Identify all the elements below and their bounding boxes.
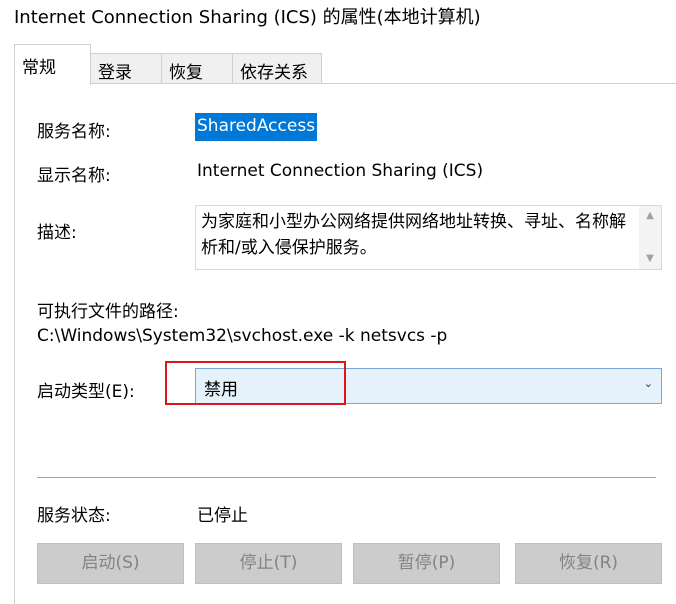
resume-button[interactable]: 恢复(R) <box>515 543 662 584</box>
service-status-value: 已停止 <box>197 506 248 526</box>
startup-type-dropdown[interactable]: 禁用 ⌄ <box>195 368 662 404</box>
stop-button[interactable]: 停止(T) <box>195 543 342 584</box>
exe-path-value[interactable]: C:\Windows\System32\svchost.exe -k netsv… <box>37 326 447 346</box>
tab-general[interactable]: 常规 <box>14 44 91 85</box>
tab-logon[interactable]: 登录 <box>90 53 162 84</box>
window-title: Internet Connection Sharing (ICS) 的属性(本地… <box>14 7 481 28</box>
tab-strip: 常规 登录 恢复 依存关系 <box>0 44 676 85</box>
divider <box>37 477 656 478</box>
service-name-label: 服务名称: <box>37 122 111 142</box>
startup-type-value: 禁用 <box>204 380 238 400</box>
start-button[interactable]: 启动(S) <box>37 543 184 584</box>
startup-type-label: 启动类型(E): <box>37 382 135 402</box>
description-scrollbar[interactable]: ▲ ▼ <box>639 206 661 269</box>
chevron-up-icon[interactable]: ▲ <box>639 206 661 226</box>
chevron-down-icon[interactable]: ⌄ <box>644 377 653 390</box>
tab-dependencies[interactable]: 依存关系 <box>232 53 322 84</box>
service-status-label: 服务状态: <box>37 506 111 526</box>
pause-button[interactable]: 暂停(P) <box>353 543 500 584</box>
exe-path-label: 可执行文件的路径: <box>37 302 179 322</box>
description-label: 描述: <box>37 223 77 243</box>
chevron-down-icon[interactable]: ▼ <box>639 249 661 269</box>
title-bar: Internet Connection Sharing (ICS) 的属性(本地… <box>0 0 676 34</box>
description-textbox[interactable]: 为家庭和小型办公网络提供网络地址转换、寻址、名称解析和/或入侵保护服务。 ▲ ▼ <box>195 205 662 270</box>
description-text: 为家庭和小型办公网络提供网络地址转换、寻址、名称解析和/或入侵保护服务。 <box>201 212 626 258</box>
display-name-label: 显示名称: <box>37 166 111 186</box>
display-name-value[interactable]: Internet Connection Sharing (ICS) <box>197 161 483 181</box>
service-name-value[interactable]: SharedAccess <box>195 113 318 141</box>
tab-recovery[interactable]: 恢复 <box>161 53 233 84</box>
